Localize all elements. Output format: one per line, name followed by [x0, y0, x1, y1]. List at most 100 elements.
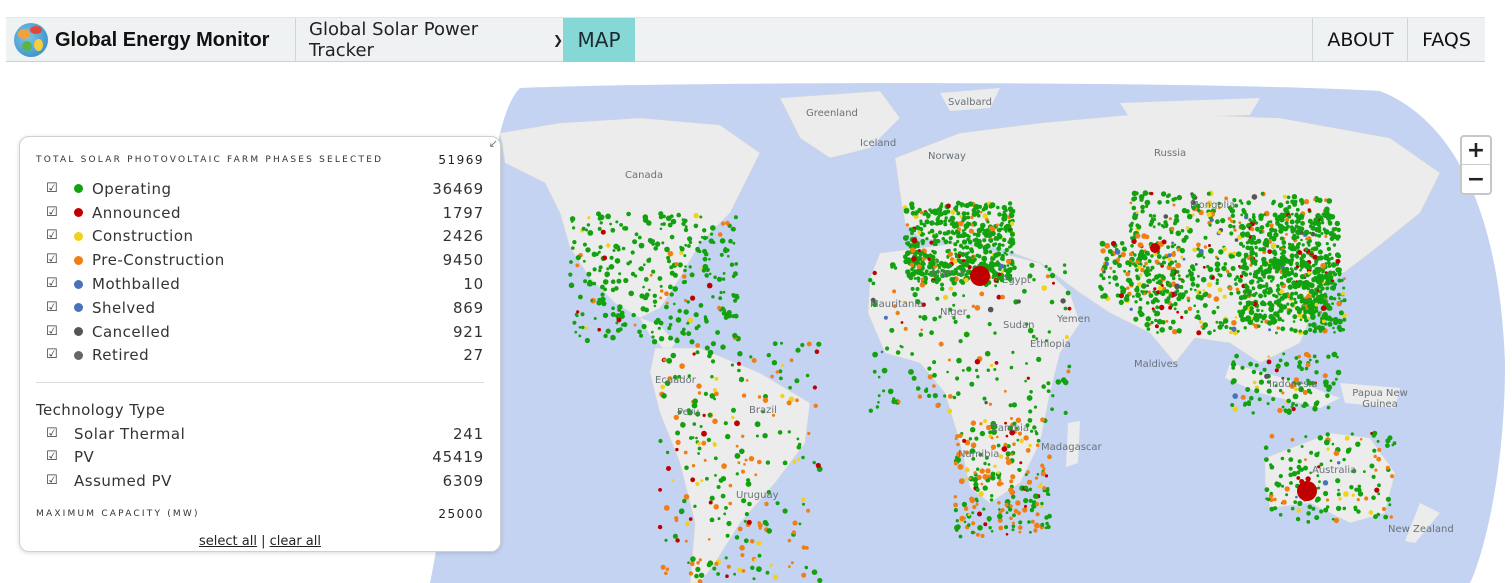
- project-marker[interactable]: [703, 458, 707, 462]
- project-marker[interactable]: [669, 234, 675, 240]
- project-marker[interactable]: [701, 440, 707, 446]
- project-marker[interactable]: [687, 236, 693, 242]
- project-marker[interactable]: [1218, 273, 1223, 278]
- project-marker[interactable]: [1173, 307, 1177, 311]
- project-marker[interactable]: [1026, 479, 1032, 485]
- project-marker[interactable]: [1287, 449, 1291, 453]
- project-marker[interactable]: [1143, 292, 1146, 296]
- project-marker[interactable]: [1132, 295, 1135, 298]
- project-marker[interactable]: [670, 218, 677, 225]
- project-marker[interactable]: [1159, 304, 1165, 311]
- project-marker[interactable]: [1273, 497, 1277, 502]
- project-marker[interactable]: [690, 295, 696, 301]
- project-marker[interactable]: [572, 320, 577, 325]
- project-marker[interactable]: [683, 279, 687, 284]
- project-marker[interactable]: [1373, 454, 1377, 459]
- project-marker[interactable]: [580, 312, 585, 317]
- project-marker[interactable]: [1273, 232, 1279, 238]
- project-marker[interactable]: [1277, 316, 1282, 322]
- project-marker[interactable]: [1132, 214, 1138, 221]
- project-marker[interactable]: [729, 262, 735, 267]
- project-marker[interactable]: [1044, 264, 1048, 269]
- project-marker[interactable]: [966, 211, 970, 216]
- project-marker[interactable]: [568, 282, 575, 289]
- project-marker[interactable]: [913, 277, 917, 280]
- project-marker[interactable]: [889, 327, 895, 333]
- project-marker[interactable]: [1125, 271, 1131, 277]
- project-marker[interactable]: [730, 226, 736, 232]
- project-marker[interactable]: [1306, 511, 1311, 516]
- project-marker[interactable]: [672, 286, 678, 292]
- project-marker[interactable]: [737, 351, 743, 357]
- project-marker[interactable]: [630, 250, 635, 255]
- project-marker[interactable]: [977, 525, 983, 531]
- project-marker[interactable]: [1009, 479, 1014, 484]
- project-marker[interactable]: [615, 321, 619, 325]
- project-marker[interactable]: [718, 478, 724, 483]
- project-marker[interactable]: [1284, 361, 1290, 367]
- project-marker[interactable]: [743, 463, 746, 466]
- project-marker[interactable]: [1161, 239, 1167, 245]
- project-marker[interactable]: [605, 213, 611, 220]
- project-marker[interactable]: [1154, 318, 1158, 323]
- project-marker[interactable]: [1166, 245, 1170, 250]
- project-marker[interactable]: [979, 422, 983, 426]
- project-marker[interactable]: [1267, 234, 1270, 237]
- project-marker[interactable]: [1267, 269, 1272, 274]
- project-marker[interactable]: [1164, 253, 1168, 257]
- project-marker[interactable]: [885, 346, 890, 351]
- project-marker[interactable]: [1238, 221, 1242, 225]
- project-marker[interactable]: [1354, 487, 1359, 492]
- project-marker[interactable]: [1230, 266, 1236, 271]
- project-marker[interactable]: [602, 279, 609, 285]
- project-marker[interactable]: [1269, 433, 1275, 439]
- project-marker[interactable]: [812, 385, 818, 390]
- project-marker[interactable]: [993, 464, 997, 468]
- project-marker[interactable]: [1214, 261, 1221, 268]
- project-marker[interactable]: [1222, 247, 1228, 252]
- project-marker[interactable]: [1007, 201, 1013, 206]
- project-marker[interactable]: [1138, 311, 1145, 318]
- project-marker[interactable]: [925, 387, 929, 391]
- project-marker[interactable]: [734, 262, 739, 266]
- project-marker[interactable]: [698, 303, 704, 308]
- project-marker[interactable]: [1180, 228, 1185, 233]
- project-marker[interactable]: [757, 521, 761, 525]
- project-marker[interactable]: [925, 237, 929, 241]
- project-marker[interactable]: [1294, 300, 1298, 305]
- project-marker[interactable]: [675, 538, 680, 543]
- project-marker[interactable]: [1040, 417, 1045, 423]
- project-marker[interactable]: [1281, 405, 1285, 409]
- project-marker[interactable]: [989, 363, 994, 368]
- project-marker[interactable]: [1175, 262, 1181, 269]
- project-marker[interactable]: [720, 221, 726, 226]
- project-marker[interactable]: [1307, 309, 1312, 314]
- project-marker[interactable]: [1163, 214, 1169, 219]
- project-marker[interactable]: [801, 572, 807, 578]
- project-marker[interactable]: [1264, 240, 1270, 246]
- project-marker[interactable]: [657, 326, 661, 330]
- project-marker[interactable]: [970, 427, 976, 433]
- project-marker[interactable]: [1066, 369, 1071, 374]
- project-marker[interactable]: [766, 528, 772, 534]
- project-marker[interactable]: [956, 357, 962, 364]
- project-marker[interactable]: [1335, 258, 1341, 264]
- project-marker[interactable]: [1009, 221, 1015, 226]
- project-marker[interactable]: [1018, 525, 1023, 530]
- project-marker[interactable]: [1208, 244, 1211, 247]
- project-marker[interactable]: [1131, 196, 1137, 202]
- project-marker[interactable]: [710, 375, 714, 379]
- project-marker[interactable]: [1128, 223, 1134, 228]
- project-marker[interactable]: [1005, 459, 1012, 466]
- project-marker[interactable]: [787, 538, 792, 543]
- project-marker[interactable]: [1331, 442, 1335, 446]
- project-marker[interactable]: [935, 402, 941, 409]
- project-marker[interactable]: [1176, 248, 1181, 252]
- project-marker[interactable]: [915, 287, 920, 291]
- project-marker[interactable]: [1276, 244, 1280, 249]
- project-marker[interactable]: [1268, 328, 1272, 332]
- project-marker[interactable]: [1290, 437, 1295, 442]
- project-marker[interactable]: [1332, 243, 1337, 247]
- project-marker[interactable]: [1295, 516, 1301, 522]
- project-marker[interactable]: [972, 232, 977, 236]
